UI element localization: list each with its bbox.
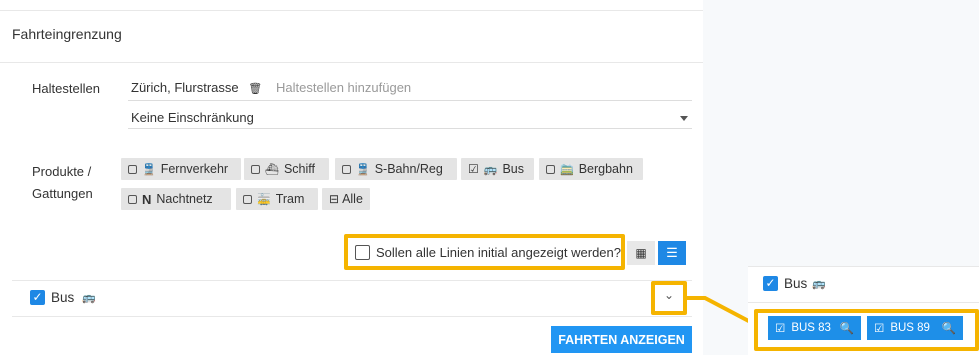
checked-checkbox-icon: ☑ (874, 323, 885, 335)
line-label: BUS 83 (791, 322, 831, 334)
zoom-bus-label: Bus (784, 276, 808, 291)
search-icon[interactable]: 🔍 (840, 321, 854, 335)
line-button-bus-89[interactable]: ☑ BUS 89 🔍 (867, 316, 963, 340)
checked-checkbox-icon: ☑ (775, 323, 786, 335)
bus-icon: 🚌 (812, 278, 826, 290)
zoom-mid-border (748, 302, 979, 303)
line-button-bus-83[interactable]: ☑ BUS 83 🔍 (768, 316, 861, 340)
zoom-top-border (748, 266, 979, 267)
line-label: BUS 89 (890, 322, 930, 334)
search-icon[interactable]: 🔍 (942, 321, 956, 335)
zoom-bus-checkbox[interactable]: ✓ (763, 276, 778, 291)
show-trips-button[interactable]: FAHRTEN ANZEIGEN (551, 326, 692, 353)
